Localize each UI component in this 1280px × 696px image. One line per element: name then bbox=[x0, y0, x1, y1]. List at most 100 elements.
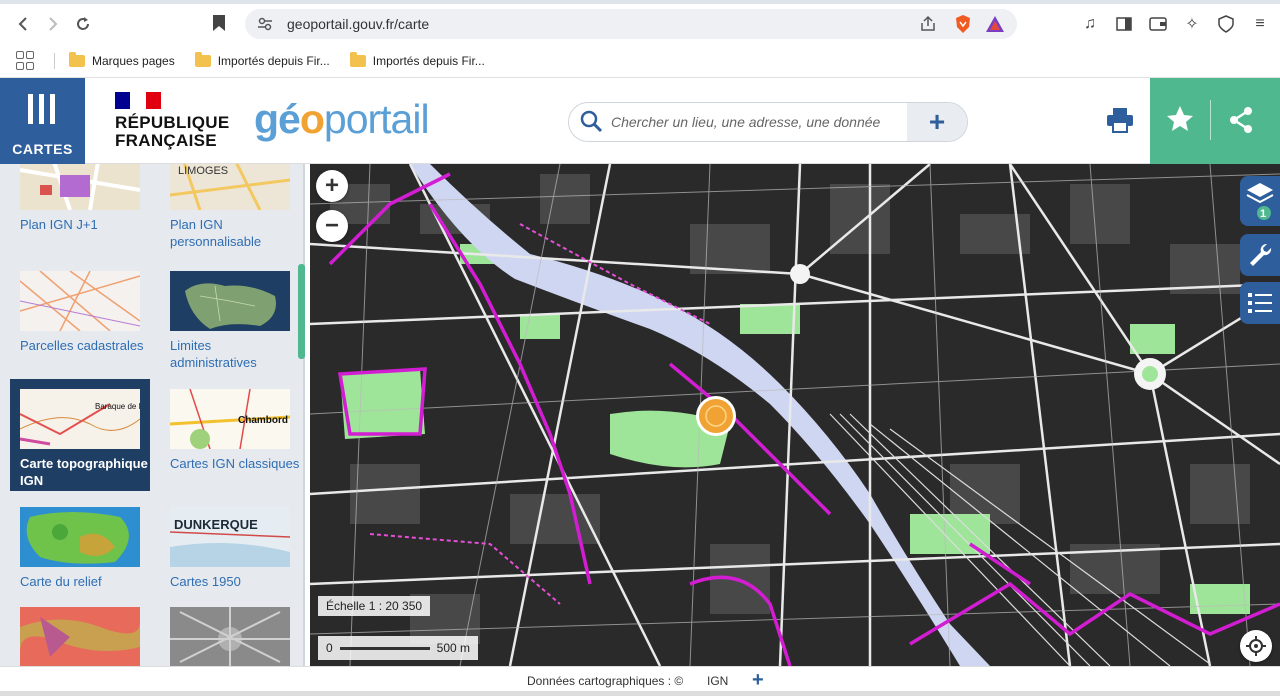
zoom-in-button[interactable]: + bbox=[316, 170, 348, 202]
media-icon[interactable]: ♫ bbox=[1080, 14, 1100, 34]
catalog-tile-carte-du-relief[interactable]: Carte du relief bbox=[10, 507, 150, 622]
leo-ai-icon[interactable]: ✧ bbox=[1182, 14, 1202, 34]
scale-bar: 0 500 m bbox=[318, 636, 478, 660]
layers-count-badge: 1 bbox=[1260, 208, 1267, 220]
catalog-tile-label: Cartes IGN classiques bbox=[170, 456, 300, 471]
credits-more-button[interactable]: + bbox=[752, 669, 764, 692]
catalog-tile-plan-ign-j1[interactable]: Plan IGN J+1 bbox=[10, 164, 150, 265]
wrench-icon bbox=[1250, 243, 1272, 266]
print-button[interactable] bbox=[1105, 106, 1135, 137]
credits-provider[interactable]: IGN bbox=[707, 674, 728, 688]
vpn-shield-icon[interactable] bbox=[1216, 14, 1236, 34]
thumbnail-cadastre bbox=[20, 271, 140, 331]
catalog-tile-photos[interactable] bbox=[160, 607, 300, 666]
catalog-tile-plan-ign-personnalisable[interactable]: LIMOGES Plan IGN personnalisable bbox=[160, 164, 300, 265]
zoom-out-button[interactable]: − bbox=[316, 210, 348, 242]
catalog-tile-label: Carte topographique IGN bbox=[20, 456, 148, 488]
share-nodes-icon bbox=[1230, 107, 1252, 133]
window-bottom-strip bbox=[0, 691, 1280, 696]
share-icon[interactable] bbox=[919, 15, 937, 36]
geoportail-header: CARTES RÉPUBLIQUE FRANÇAISE géoportail + bbox=[0, 78, 1280, 164]
catalog-tile-cartes-1950[interactable]: DUNKERQUE Cartes 1950 bbox=[160, 507, 300, 622]
scale-ratio-label: Échelle 1 : 20 350 bbox=[318, 596, 431, 616]
arrow-left-icon bbox=[18, 17, 27, 31]
thumbnail-plan-ign-j1 bbox=[20, 164, 140, 210]
map-scale: Échelle 1 : 20 350 0 500 m bbox=[318, 596, 478, 660]
french-flag-icon bbox=[115, 92, 161, 109]
republique-francaise-logo[interactable]: RÉPUBLIQUE FRANÇAISE bbox=[115, 92, 229, 150]
browser-right-tools: ♫ ✧ ≡ bbox=[1080, 14, 1270, 34]
favorites-share-bar bbox=[1150, 78, 1280, 164]
list-icon bbox=[1248, 293, 1272, 313]
tools-tab[interactable] bbox=[1240, 234, 1280, 276]
map-catalog-panel: Plan IGN J+1 LIMOGES Plan IGN personnali… bbox=[0, 164, 305, 666]
browser-toolbar: geoportail.gouv.fr/carte ♫ ✧ ≡ bbox=[0, 4, 1280, 44]
map-footer: Données cartographiques : © IGN + bbox=[0, 666, 1280, 696]
catalog-tile-carte-topographique-ign[interactable]: Baraque de l'Estrade Carte topographique… bbox=[10, 379, 150, 491]
cartes-bars-icon bbox=[28, 94, 55, 124]
back-button[interactable] bbox=[8, 9, 38, 39]
bookmarks-separator bbox=[54, 52, 55, 69]
search-input[interactable] bbox=[611, 114, 901, 130]
forward-button[interactable] bbox=[38, 9, 68, 39]
legend-tab[interactable] bbox=[1240, 282, 1280, 324]
advanced-search-plus-button[interactable]: + bbox=[907, 103, 967, 141]
thumbnail-relief bbox=[20, 507, 140, 567]
bookmark-folder-marques-pages[interactable]: Marques pages bbox=[69, 51, 175, 68]
scale-zero: 0 bbox=[326, 641, 333, 655]
layers-manager-tab[interactable]: 1 bbox=[1240, 176, 1280, 226]
brave-shield-icon[interactable] bbox=[954, 14, 972, 37]
menu-icon[interactable]: ≡ bbox=[1250, 14, 1270, 34]
search-icon[interactable] bbox=[579, 109, 603, 136]
cartes-menu-button[interactable]: CARTES bbox=[0, 78, 85, 164]
logo-o-part: o bbox=[299, 96, 325, 142]
catalog-tile-label: Plan IGN J+1 bbox=[20, 217, 98, 232]
reload-icon bbox=[77, 17, 89, 30]
map-view[interactable]: + − 1 Échelle 1 : 20 350 0 500 m bbox=[310, 164, 1280, 666]
thumbnail-classiques: Chambord bbox=[170, 389, 290, 449]
favorites-star-button[interactable] bbox=[1165, 104, 1195, 137]
cartes-label: CARTES bbox=[12, 141, 73, 157]
catalog-tile-label: Cartes 1950 bbox=[170, 574, 241, 589]
republique-text: RÉPUBLIQUE bbox=[115, 113, 230, 132]
wallet-icon[interactable] bbox=[1148, 14, 1168, 34]
catalog-tile-cartes-ign-classiques[interactable]: Chambord Cartes IGN classiques bbox=[160, 389, 300, 504]
reload-button[interactable] bbox=[68, 9, 98, 39]
url-text: geoportail.gouv.fr/carte bbox=[287, 16, 430, 32]
bookmark-folder-imported-2[interactable]: Importés depuis Fir... bbox=[349, 51, 485, 68]
apps-grid-icon[interactable] bbox=[16, 50, 36, 71]
catalog-tile-parcelles-cadastrales[interactable]: Parcelles cadastrales bbox=[10, 271, 150, 386]
thumbnail-limoges: LIMOGES bbox=[170, 164, 290, 210]
arrow-right-icon bbox=[49, 17, 58, 31]
green-bar-separator bbox=[1210, 100, 1211, 140]
catalog-tile-label: Carte du relief bbox=[20, 574, 102, 589]
star-icon bbox=[1167, 106, 1193, 131]
bookmark-label: Importés depuis Fir... bbox=[372, 53, 485, 68]
catalog-scrollbar-thumb[interactable] bbox=[298, 264, 305, 359]
geolocate-button[interactable] bbox=[1240, 630, 1272, 662]
bookmark-icon[interactable] bbox=[212, 14, 226, 35]
logo-portail-part: portail bbox=[323, 96, 430, 142]
bookmarks-bar: Marques pages Importés depuis Fir... Imp… bbox=[0, 44, 1280, 78]
site-settings-icon[interactable] bbox=[257, 16, 273, 32]
share-button[interactable] bbox=[1226, 105, 1256, 138]
scale-length: 500 m bbox=[436, 641, 470, 655]
crosshair-icon bbox=[1246, 636, 1266, 656]
thumbnail-aerial bbox=[170, 607, 290, 666]
folder-icon bbox=[194, 51, 211, 67]
thumb-label-limoges: LIMOGES bbox=[178, 165, 228, 177]
scale-line bbox=[340, 647, 430, 650]
sidebar-icon[interactable] bbox=[1114, 14, 1134, 34]
thumb-label-baraque: Baraque de l'Estrade bbox=[95, 402, 140, 411]
rewards-triangle-icon[interactable] bbox=[985, 15, 1005, 36]
address-bar[interactable]: geoportail.gouv.fr/carte bbox=[245, 9, 1017, 39]
bookmark-label: Marques pages bbox=[92, 53, 175, 68]
francaise-text: FRANÇAISE bbox=[115, 131, 217, 150]
thumbnail-limites bbox=[170, 271, 290, 331]
catalog-scroll-track[interactable] bbox=[303, 164, 305, 666]
thumbnail-geology bbox=[20, 607, 140, 666]
bookmark-folder-imported-1[interactable]: Importés depuis Fir... bbox=[194, 51, 330, 68]
catalog-tile-geology[interactable] bbox=[10, 607, 150, 666]
catalog-tile-limites-administratives[interactable]: Limites administratives bbox=[160, 271, 300, 386]
geoportail-logo[interactable]: géoportail bbox=[254, 96, 430, 143]
